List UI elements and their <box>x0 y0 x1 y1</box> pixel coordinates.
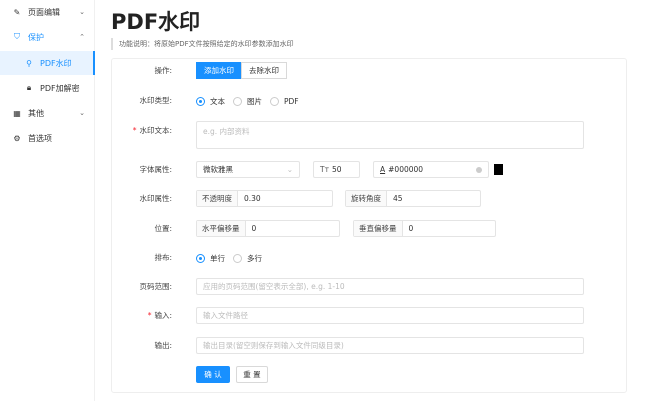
color-swatch[interactable] <box>494 164 503 175</box>
chevron-down-icon: ⌄ <box>286 165 293 174</box>
chevron-down-icon: ⌄ <box>79 109 85 117</box>
font-size-icon: Tт <box>320 165 329 174</box>
watermark-text-input[interactable]: e.g. 内部资料 <box>196 121 584 149</box>
remove-watermark-button[interactable]: 去除水印 <box>241 62 287 79</box>
chevron-up-icon: ⌃ <box>79 33 85 41</box>
radio-image[interactable] <box>233 96 242 106</box>
sidebar-item-pdf-watermark[interactable]: ⚲ PDF水印 <box>0 51 95 75</box>
sidebar-item-protect[interactable]: ⛉ 保护 ⌃ <box>0 25 95 49</box>
v-offset-input[interactable]: 垂直偏移量 0 <box>353 220 496 237</box>
output-label: 输出: <box>154 341 172 350</box>
chevron-down-icon: ⌄ <box>79 8 85 16</box>
output-path-input[interactable]: 输出目录(留空则保存到输入文件同级目录) <box>196 337 584 354</box>
layout-radio-group: 单行 多行 <box>196 250 270 266</box>
sidebar-item-preferences[interactable]: ⚙ 首选项 <box>0 126 95 150</box>
sidebar-item-pdf-encrypt[interactable]: 🔒︎ PDF加解密 <box>0 76 95 100</box>
radio-multi[interactable] <box>233 253 242 263</box>
page-range-input[interactable]: 应用的页码范围(留空表示全部), e.g. 1-10 <box>196 278 584 295</box>
text-label: * 水印文本: <box>132 126 172 135</box>
font-color-icon: A <box>380 165 386 174</box>
grid-icon: ▦ <box>13 108 21 118</box>
page-title: PDF水印 <box>111 10 201 34</box>
props-label: 水印属性: <box>139 194 172 203</box>
font-color-input[interactable]: A #000000 <box>373 161 489 178</box>
page-description: 功能说明：将原始PDF文件按照给定的水印参数添加水印 <box>111 38 294 50</box>
opacity-input[interactable]: 不透明度 0.30 <box>196 190 333 207</box>
input-label: * 输入: <box>147 311 172 320</box>
stamp-icon: ⚲ <box>26 58 32 68</box>
shield-icon: ⛉ <box>14 32 20 41</box>
font-family-select[interactable]: 微软雅黑 ⌄ <box>196 161 300 178</box>
clear-icon[interactable] <box>476 166 482 173</box>
type-radio-group: 文本 图片 PDF <box>196 93 307 109</box>
position-label: 位置: <box>154 224 172 233</box>
operation-label: 操作: <box>154 66 172 75</box>
radio-text[interactable] <box>196 96 205 106</box>
radio-single[interactable] <box>196 253 205 263</box>
font-label: 字体属性: <box>139 165 172 174</box>
gear-icon: ⚙ <box>13 133 21 143</box>
lock-icon: 🔒︎ <box>26 83 32 92</box>
sidebar-item-other[interactable]: ▦ 其他 ⌄ <box>0 101 95 125</box>
font-size-input[interactable]: Tт 50 <box>313 161 360 178</box>
radio-pdf[interactable] <box>270 96 279 106</box>
edit-icon: ✎ <box>13 7 21 17</box>
reset-button[interactable]: 重 置 <box>236 366 268 383</box>
sidebar-item-page-edit[interactable]: ✎ 页面编辑 ⌄ <box>0 0 95 24</box>
sidebar: ✎ 页面编辑 ⌄ ⛉ 保护 ⌃ ⚲ PDF水印 🔒︎ PDF加解密 ▦ 其他 ⌄ ⚙ 首选项 <box>0 0 95 401</box>
range-label: 页码范围: <box>139 282 172 291</box>
h-offset-input[interactable]: 水平偏移量 0 <box>196 220 340 237</box>
layout-label: 排布: <box>154 253 172 262</box>
add-watermark-button[interactable]: 添加水印 <box>196 62 242 79</box>
type-label: 水印类型: <box>139 96 172 105</box>
confirm-button[interactable]: 确 认 <box>196 366 230 383</box>
input-path-input[interactable]: 输入文件路径 <box>196 307 584 324</box>
rotation-input[interactable]: 旋转角度 45 <box>345 190 481 207</box>
